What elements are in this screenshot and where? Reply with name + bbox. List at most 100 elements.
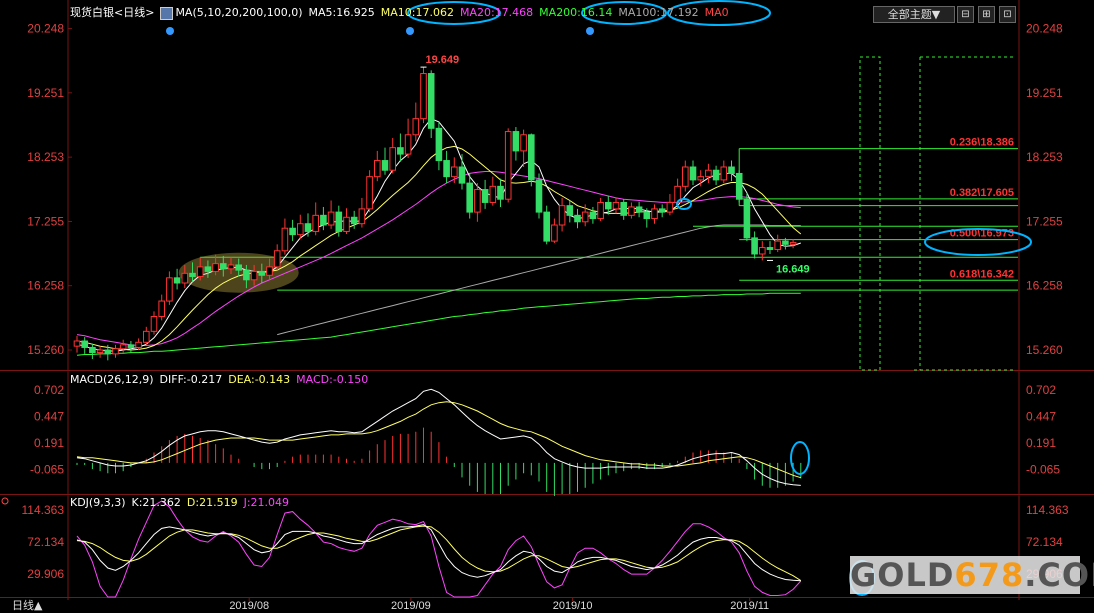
candle	[166, 271, 173, 305]
candle	[658, 204, 666, 218]
candle-body	[220, 263, 227, 270]
kdj-k-line	[76, 524, 801, 582]
candle	[374, 150, 381, 182]
candle-body	[73, 340, 81, 347]
candle-body	[759, 247, 766, 255]
fib-label: 0.618\16.342	[950, 268, 1014, 280]
candle	[535, 173, 543, 219]
gold678-watermark: GOLD678.COM	[850, 556, 1094, 594]
high-price-label: 19.649	[426, 54, 460, 66]
candle	[312, 202, 319, 236]
candle	[558, 197, 566, 232]
candle-body	[273, 250, 281, 268]
candle-body	[258, 270, 266, 276]
candle	[543, 205, 551, 245]
candle-body	[782, 240, 789, 245]
candle	[774, 234, 782, 253]
candle-body	[112, 348, 119, 355]
candle	[412, 102, 420, 142]
candle	[81, 337, 89, 354]
candle	[743, 192, 751, 242]
kdj-j-line	[76, 500, 802, 598]
candle-body	[597, 201, 604, 220]
candle-body	[658, 208, 666, 213]
maximize-panel-icon[interactable]: ⊡	[999, 6, 1016, 23]
candle-body	[443, 160, 450, 178]
fib-label: 0.236\18.386	[950, 137, 1014, 149]
candle	[666, 194, 674, 216]
candle	[466, 173, 473, 219]
kdj-params: KDJ(9,3,3)	[70, 496, 126, 509]
candle-body	[581, 211, 589, 223]
candle	[458, 154, 466, 190]
candle-body	[235, 264, 242, 271]
macd-tick-label-right: -0.065	[1026, 463, 1060, 477]
ma-params: MA(5,10,20,200,100,0)	[175, 6, 303, 19]
candle-body	[250, 270, 258, 281]
candle	[520, 129, 527, 167]
x-axis-date-label: 2019/11	[730, 600, 769, 612]
instrument-title: 现货白银<日线>	[70, 6, 155, 19]
candle-body	[682, 166, 689, 187]
candle-body	[350, 216, 358, 225]
candle-body	[135, 341, 142, 348]
candle-body	[551, 224, 558, 242]
period-selector[interactable]: 日线▲	[12, 597, 42, 613]
candle	[751, 231, 758, 259]
macd-dea-line	[76, 401, 801, 479]
candle	[705, 163, 712, 184]
candle-body	[651, 208, 658, 220]
macd-tick-label-left: 0.447	[34, 410, 64, 424]
candle-body	[574, 214, 581, 223]
panel-settings-icon	[1, 497, 9, 505]
candle	[143, 326, 150, 345]
kdj-header: KDJ(9,3,3) K:21.362 D:21.519 J:21.049	[70, 496, 289, 510]
kdj-d-line	[76, 525, 802, 582]
candle	[435, 121, 443, 171]
kdj-tick-label-left: 72.134	[27, 535, 64, 549]
candle-body	[589, 211, 597, 220]
candle-body	[504, 131, 512, 200]
y-tick-label-right: 17.255	[1026, 214, 1063, 228]
event-marker-dot	[586, 27, 594, 35]
candle-body	[435, 127, 443, 162]
candle-body	[366, 176, 373, 210]
chart-frame	[0, 0, 1094, 600]
candle	[273, 244, 281, 271]
candle-body	[374, 160, 381, 178]
candle-body	[389, 147, 396, 171]
candle-body	[735, 172, 743, 200]
candle-body	[481, 189, 489, 203]
ma0-value: MA0	[704, 6, 729, 19]
expand-panel-icon[interactable]: ⊞	[978, 6, 995, 23]
candle-body	[266, 266, 273, 276]
candle-body	[558, 205, 566, 226]
theme-selector[interactable]: 全部主题▼	[873, 6, 955, 23]
candle-body	[404, 134, 412, 155]
candle	[96, 346, 104, 358]
ma-icon[interactable]	[160, 6, 174, 20]
candle	[304, 213, 312, 237]
candle	[297, 214, 304, 240]
candle-body	[397, 147, 404, 155]
ma200-line	[76, 292, 801, 356]
candle-body	[381, 160, 389, 171]
candle	[682, 160, 689, 192]
candle-body	[628, 206, 635, 216]
candle-body	[489, 185, 497, 203]
y-tick-label-right: 16.258	[1026, 279, 1063, 293]
candle	[320, 206, 327, 231]
candle	[443, 150, 450, 184]
event-marker-dot	[406, 27, 414, 35]
candle-body	[451, 166, 458, 178]
ma20-value: MA20:17.468	[459, 6, 534, 19]
candle	[427, 70, 435, 138]
candle	[497, 178, 504, 207]
candle-body	[227, 264, 235, 270]
macd-params: MACD(26,12,9)	[70, 373, 154, 386]
ma5-value: MA5:16.925	[308, 6, 375, 19]
candle-body	[127, 344, 135, 348]
macd-header: MACD(26,12,9) DIFF:-0.217 DEA:-0.143 MACD:-…	[70, 373, 368, 387]
event-marker-dot	[166, 27, 174, 35]
collapse-panel-icon[interactable]: ⊟	[957, 6, 974, 23]
